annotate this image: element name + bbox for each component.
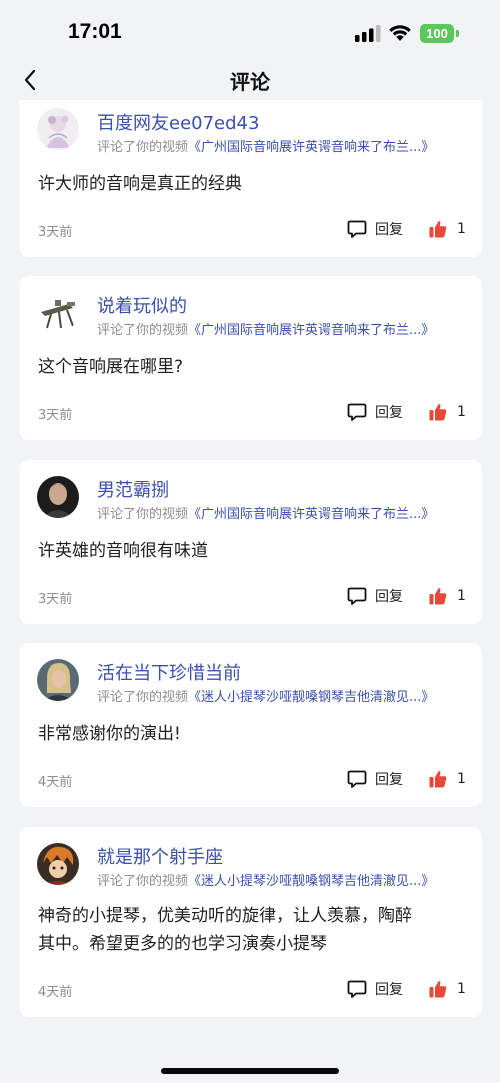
comment-text: 许大师的音响是真正的经典 [38, 174, 242, 194]
reply-button[interactable]: 回复 [347, 585, 403, 607]
thumbs-up-icon [429, 771, 447, 788]
like-button[interactable]: 1 [429, 978, 466, 1000]
video-title-link[interactable]: 《迷人小提琴沙哑靓嗓钢琴吉他清澈见...》 [188, 690, 434, 705]
reply-button[interactable]: 回复 [347, 401, 403, 423]
comment-source: 评论了你的视频《广州国际音响展许英谔音响来了布兰...》 [97, 136, 434, 155]
comment-bubble-icon [347, 980, 367, 998]
comment-username[interactable]: 就是那个射手座 [97, 843, 223, 869]
reply-label: 回复 [375, 405, 403, 421]
comment-username[interactable]: 活在当下珍惜当前 [97, 659, 241, 685]
like-count: 1 [457, 588, 466, 604]
comment-text: 许英雄的音响很有味道 [38, 541, 208, 561]
reply-label: 回复 [375, 982, 403, 998]
comment-source: 评论了你的视频《迷人小提琴沙哑靓嗓钢琴吉他清澈见...》 [97, 870, 434, 889]
comment-card: 男范霸捌 评论了你的视频《广州国际音响展许英谔音响来了布兰...》 许英雄的音响… [19, 460, 482, 624]
nav-bar: 评论 [0, 56, 500, 104]
video-title-link[interactable]: 《广州国际音响展许英谔音响来了布兰...》 [188, 140, 434, 155]
comment-action: 评论了你的视频 [97, 323, 189, 338]
avatar[interactable] [37, 659, 79, 701]
video-title-link[interactable]: 《迷人小提琴沙哑靓嗓钢琴吉他清澈见...》 [188, 874, 434, 889]
comment-card: 百度网友ee07ed43 评论了你的视频《广州国际音响展许英谔音响来了布兰...… [19, 100, 482, 257]
comment-source: 评论了你的视频《迷人小提琴沙哑靓嗓钢琴吉他清澈见...》 [97, 686, 434, 705]
comment-action: 评论了你的视频 [97, 690, 189, 705]
like-button[interactable]: 1 [429, 585, 466, 607]
comment-source: 评论了你的视频《广州国际音响展许英谔音响来了布兰...》 [97, 319, 434, 338]
comment-time: 4天前 [38, 985, 73, 1000]
like-count: 1 [457, 404, 466, 420]
comment-text-line-1: 神奇的小提琴，优美动听的旋律，让人羡慕，陶醉 [38, 906, 412, 926]
like-count: 1 [457, 221, 466, 237]
reply-label: 回复 [375, 222, 403, 238]
reply-button[interactable]: 回复 [347, 978, 403, 1000]
thumbs-up-icon [429, 981, 447, 998]
thumbs-up-icon [429, 404, 447, 421]
comment-bubble-icon [347, 220, 367, 238]
status-time: 17:01 [68, 20, 122, 43]
comment-time: 4天前 [38, 775, 73, 790]
like-count: 1 [457, 771, 466, 787]
avatar[interactable] [37, 108, 79, 150]
comment-source: 评论了你的视频《广州国际音响展许英谔音响来了布兰...》 [97, 503, 434, 522]
comment-bubble-icon [347, 587, 367, 605]
avatar[interactable] [37, 476, 79, 518]
battery-icon: 100 [420, 24, 454, 43]
comment-text: 非常感谢你的演出! [38, 724, 181, 744]
battery-tip [456, 30, 459, 37]
page-title: 评论 [230, 70, 270, 94]
thumbs-up-icon [429, 221, 447, 238]
reply-label: 回复 [375, 589, 403, 605]
wifi-icon [389, 25, 411, 41]
comment-action: 评论了你的视频 [97, 874, 189, 889]
reply-label: 回复 [375, 772, 403, 788]
comment-text-line-2: 其中。希望更多的的也学习演奏小提琴 [38, 934, 327, 954]
thumbs-up-icon [429, 588, 447, 605]
home-indicator[interactable] [161, 1068, 339, 1074]
video-title-link[interactable]: 《广州国际音响展许英谔音响来了布兰...》 [188, 323, 434, 338]
avatar[interactable] [37, 843, 79, 885]
like-button[interactable]: 1 [429, 218, 466, 240]
comment-card: 活在当下珍惜当前 评论了你的视频《迷人小提琴沙哑靓嗓钢琴吉他清澈见...》 非常… [19, 643, 482, 807]
comment-card: 说着玩似的 评论了你的视频《广州国际音响展许英谔音响来了布兰...》 这个音响展… [19, 276, 482, 440]
reply-button[interactable]: 回复 [347, 768, 403, 790]
comment-card: 就是那个射手座 评论了你的视频《迷人小提琴沙哑靓嗓钢琴吉他清澈见...》 神奇的… [19, 827, 482, 1017]
comment-list[interactable]: 百度网友ee07ed43 评论了你的视频《广州国际音响展许英谔音响来了布兰...… [0, 100, 500, 1083]
comment-bubble-icon [347, 403, 367, 421]
comment-username[interactable]: 说着玩似的 [97, 292, 187, 318]
comment-username[interactable]: 男范霸捌 [97, 476, 169, 502]
video-title-link[interactable]: 《广州国际音响展许英谔音响来了布兰...》 [188, 507, 434, 522]
like-button[interactable]: 1 [429, 768, 466, 790]
comment-action: 评论了你的视频 [97, 140, 189, 155]
cellular-signal-icon [355, 25, 381, 42]
comment-action: 评论了你的视频 [97, 507, 189, 522]
status-bar: 17:01 100 [0, 0, 500, 62]
comment-username[interactable]: 百度网友ee07ed43 [97, 109, 259, 135]
comment-time: 3天前 [38, 592, 73, 607]
like-button[interactable]: 1 [429, 401, 466, 423]
comment-text: 这个音响展在哪里? [38, 357, 184, 377]
reply-button[interactable]: 回复 [347, 218, 403, 240]
comment-bubble-icon [347, 770, 367, 788]
comment-time: 3天前 [38, 225, 73, 240]
comment-time: 3天前 [38, 408, 73, 423]
like-count: 1 [457, 981, 466, 997]
avatar[interactable] [37, 290, 79, 332]
